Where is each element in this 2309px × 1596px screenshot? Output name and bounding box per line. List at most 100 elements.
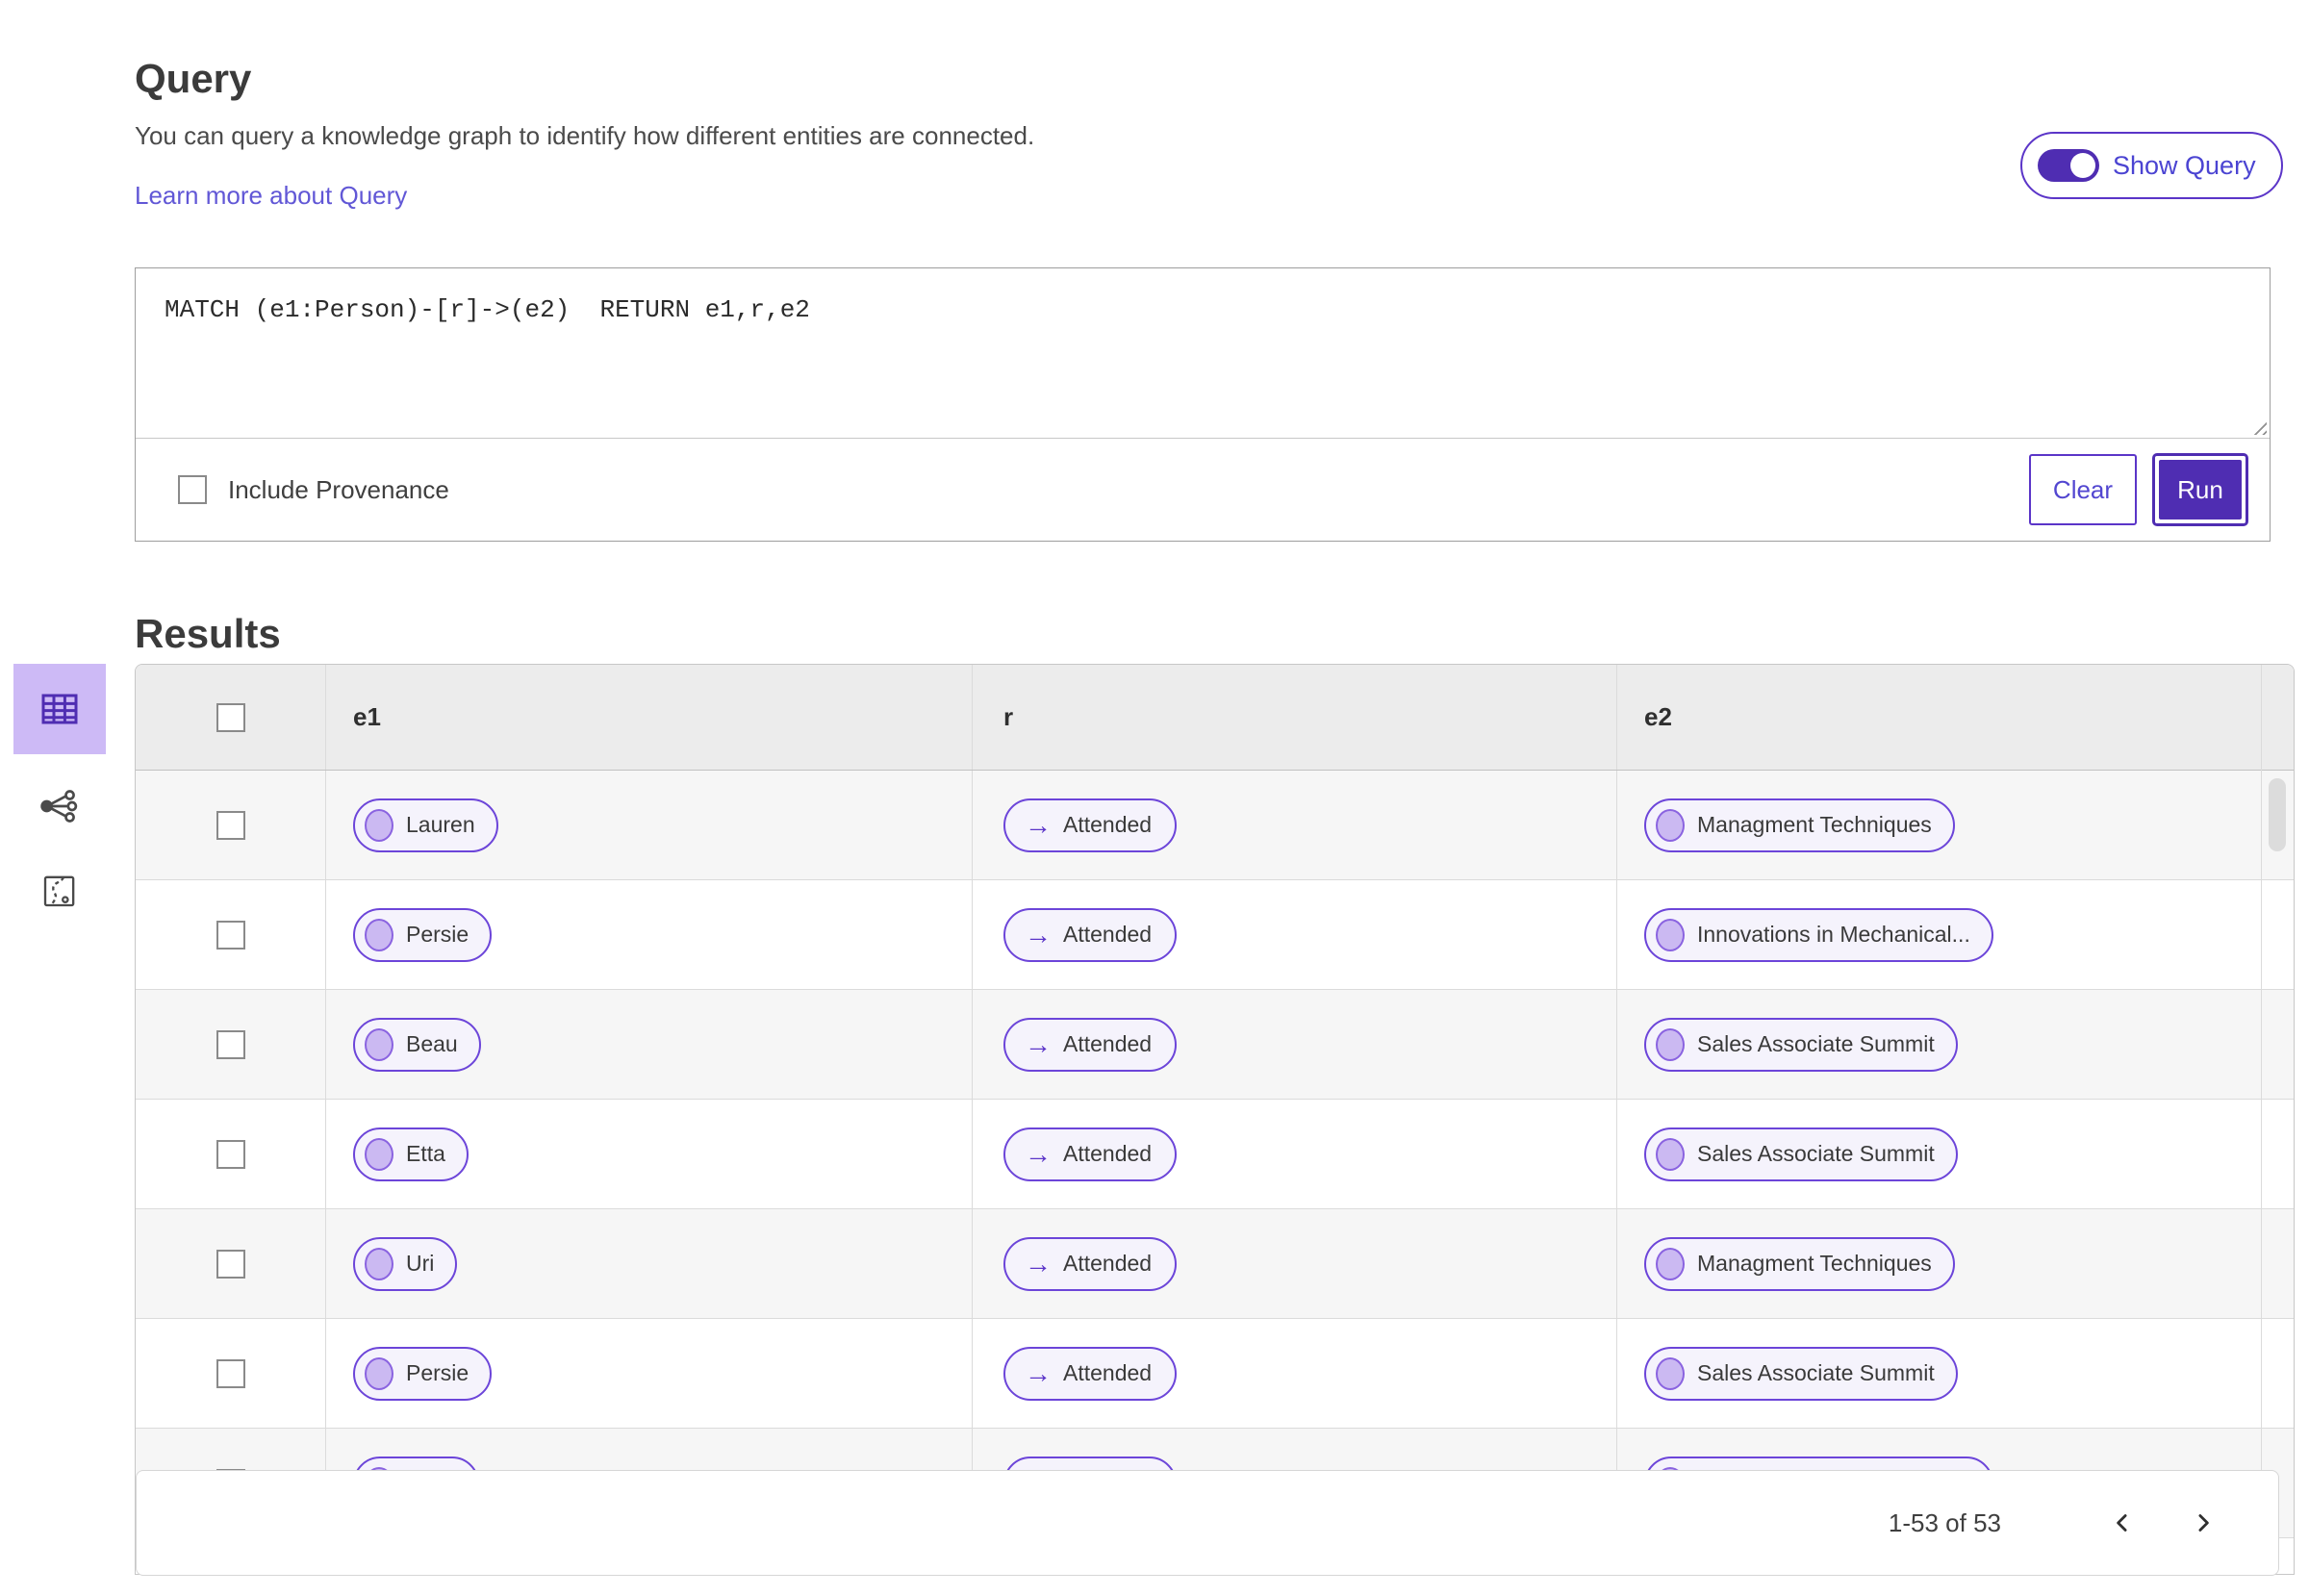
relation-label: Attended [1063, 1031, 1153, 1056]
entity-label: Persie [406, 922, 469, 947]
query-panel-footer: Include Provenance Clear Run [136, 439, 2270, 541]
entity-pill[interactable]: Sales Associate Summit [1644, 1017, 1958, 1072]
view-map-button[interactable] [13, 860, 106, 922]
entity-label: Sales Associate Summit [1697, 1031, 1935, 1056]
r-cell: → Attended [973, 1100, 1617, 1208]
column-header-e2[interactable]: e2 [1617, 665, 2294, 770]
relation-label: Attended [1063, 1141, 1153, 1166]
r-cell: → Attended [973, 990, 1617, 1099]
query-panel: MATCH (e1:Person)-[r]->(e2) RETURN e1,r,… [135, 267, 2271, 542]
prev-page-button[interactable] [2093, 1494, 2151, 1552]
view-graph-button[interactable] [13, 775, 106, 837]
entity-pill[interactable]: Beau [353, 1017, 481, 1072]
entity-pill[interactable]: Sales Associate Summit [1644, 1346, 1958, 1401]
relation-pill[interactable]: → Attended [1003, 798, 1178, 852]
e1-cell: Persie [326, 880, 973, 989]
row-checkbox[interactable] [216, 1358, 245, 1388]
row-checkbox[interactable] [216, 1139, 245, 1169]
arrow-right-icon: → [1025, 809, 1052, 840]
r-cell: → Attended [973, 1209, 1617, 1318]
include-provenance-label: Include Provenance [228, 474, 449, 504]
row-select-cell [136, 990, 326, 1099]
entity-label: Etta [406, 1141, 445, 1166]
table-row: Persie → Attended Innovations in Mechani… [136, 880, 2294, 990]
column-header-r[interactable]: r [973, 665, 1617, 770]
row-checkbox[interactable] [216, 1249, 245, 1279]
entity-node-icon [1656, 918, 1685, 951]
entity-pill[interactable]: Innovations in Mechanical... [1644, 907, 1993, 962]
entity-pill[interactable]: Sales Associate Summit [1644, 1127, 1958, 1181]
query-page: Query You can query a knowledge graph to… [0, 0, 2309, 1596]
show-query-toggle[interactable]: Show Query [2020, 132, 2283, 199]
e1-cell: Uri [326, 1209, 973, 1318]
row-select-cell [136, 880, 326, 989]
next-page-button[interactable] [2174, 1494, 2232, 1552]
e1-cell: Persie [326, 1319, 973, 1428]
e2-cell: Managment Techniques [1617, 1209, 2294, 1318]
results-title: Results [135, 610, 281, 656]
entity-pill[interactable]: Managment Techniques [1644, 798, 1955, 852]
pagination-range: 1-53 of 53 [1888, 1507, 2001, 1537]
entity-node-icon [1656, 1247, 1685, 1280]
table-row: Beau → Attended Sales Associate Summit [136, 990, 2294, 1100]
toggle-knob [2070, 153, 2095, 178]
scrollbar-thumb[interactable] [2269, 778, 2286, 851]
relation-pill[interactable]: → Attended [1003, 1127, 1178, 1181]
entity-node-icon [1656, 1027, 1685, 1061]
entity-pill[interactable]: Lauren [353, 798, 498, 852]
select-all-cell [136, 665, 326, 770]
graph-icon [40, 790, 78, 823]
r-cell: → Attended [973, 1319, 1617, 1428]
e1-cell: Lauren [326, 771, 973, 879]
entity-node-icon [365, 1247, 393, 1280]
r-cell: → Attended [973, 771, 1617, 879]
entity-node-icon [365, 1356, 393, 1390]
table-row: Lauren → Attended Managment Techniques [136, 771, 2294, 880]
chevron-right-icon [2198, 1514, 2209, 1532]
query-input[interactable]: MATCH (e1:Person)-[r]->(e2) RETURN e1,r,… [136, 268, 2270, 438]
entity-label: Sales Associate Summit [1697, 1360, 1935, 1385]
e1-cell: Beau [326, 990, 973, 1099]
entity-pill[interactable]: Uri [353, 1236, 458, 1291]
table-row: Uri → Attended Managment Techniques [136, 1209, 2294, 1319]
relation-label: Attended [1063, 922, 1153, 947]
relation-pill[interactable]: → Attended [1003, 1236, 1178, 1291]
include-provenance-checkbox[interactable] [178, 475, 207, 504]
entity-node-icon [365, 918, 393, 951]
e2-cell: Sales Associate Summit [1617, 1319, 2294, 1428]
relation-pill[interactable]: → Attended [1003, 1017, 1178, 1072]
run-button[interactable]: Run [2159, 460, 2242, 519]
entity-label: Lauren [406, 812, 475, 837]
e1-cell: Etta [326, 1100, 973, 1208]
row-checkbox[interactable] [216, 810, 245, 840]
table-body: Lauren → Attended Managment Techniques P… [136, 771, 2294, 1538]
entity-node-icon [1656, 1137, 1685, 1171]
relation-label: Attended [1063, 1360, 1153, 1385]
column-header-e1[interactable]: e1 [326, 665, 973, 770]
show-query-label: Show Query [2113, 150, 2256, 180]
row-select-cell [136, 1100, 326, 1208]
clear-button[interactable]: Clear [2029, 454, 2137, 525]
chevron-left-icon [2117, 1514, 2127, 1532]
row-select-cell [136, 771, 326, 879]
entity-pill[interactable]: Persie [353, 1346, 493, 1401]
toggle-switch-icon[interactable] [2038, 149, 2099, 182]
entity-pill[interactable]: Managment Techniques [1644, 1236, 1955, 1291]
e2-cell: Sales Associate Summit [1617, 990, 2294, 1099]
r-cell: → Attended [973, 880, 1617, 989]
entity-pill[interactable]: Etta [353, 1127, 469, 1181]
entity-node-icon [1656, 808, 1685, 842]
select-all-checkbox[interactable] [216, 702, 245, 732]
table-scrollbar[interactable] [2261, 665, 2294, 1574]
entity-pill[interactable]: Persie [353, 907, 493, 962]
view-table-button[interactable] [13, 664, 106, 754]
learn-more-link[interactable]: Learn more about Query [135, 181, 407, 211]
page-title: Query [135, 56, 252, 102]
entity-label: Beau [406, 1031, 458, 1056]
relation-pill[interactable]: → Attended [1003, 1346, 1178, 1401]
row-checkbox[interactable] [216, 920, 245, 950]
row-checkbox[interactable] [216, 1029, 245, 1059]
results-table: e1 r e2 Lauren → Attended Managment Tech… [135, 664, 2295, 1575]
column-header-label: e2 [1644, 702, 1672, 731]
relation-pill[interactable]: → Attended [1003, 907, 1178, 962]
